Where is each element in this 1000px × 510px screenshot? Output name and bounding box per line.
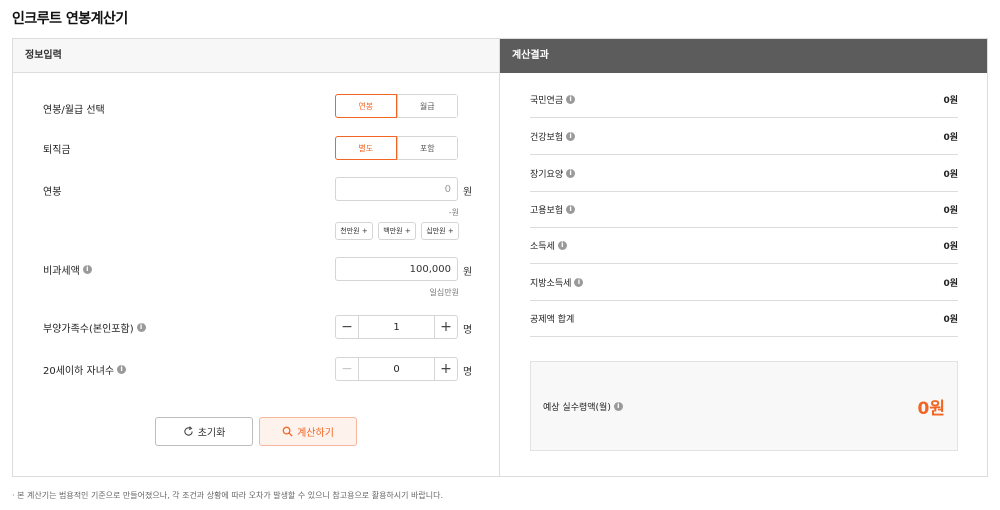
input-panel-header: 정보입력	[13, 39, 499, 73]
add-one-million-button[interactable]: 백만원 +	[378, 222, 416, 240]
calculator-card: 정보입력 연봉/월급 선택 연봉 월급 퇴직금 별도 포함 연봉 원 -원 천만…	[12, 38, 988, 477]
pay-type-annual-button[interactable]: 연봉	[335, 94, 397, 118]
pay-type-toggle: 연봉 월급	[335, 94, 458, 118]
minus-button[interactable]: −	[336, 358, 359, 380]
dependents-unit: 명	[463, 325, 473, 336]
info-icon[interactable]: i	[82, 265, 92, 274]
info-icon[interactable]: i	[566, 131, 576, 141]
search-icon	[282, 426, 293, 437]
input-panel: 정보입력 연봉/월급 선택 연봉 월급 퇴직금 별도 포함 연봉 원 -원 천만…	[13, 39, 500, 476]
non-taxable-hint: 일십만원	[429, 288, 459, 297]
result-row-total-deduction: 공제액 합계 0원	[530, 300, 958, 337]
result-row-long-term-care: 장기요양 i 0원	[530, 155, 958, 192]
result-value: 0원	[943, 314, 958, 325]
info-icon[interactable]: i	[117, 365, 127, 374]
page-title: 인크루트 연봉계산기	[12, 11, 128, 27]
dependents-value[interactable]: 1	[359, 316, 434, 338]
children-unit: 명	[463, 367, 473, 378]
non-taxable-unit: 원	[463, 267, 473, 278]
children-value[interactable]: 0	[359, 358, 434, 380]
add-ten-million-button[interactable]: 천만원 +	[335, 222, 373, 240]
refresh-icon	[183, 426, 193, 436]
dependents-label: 부양가족수(본인포함) i	[43, 320, 146, 335]
result-value: 0원	[943, 169, 958, 180]
result-row-national-pension: 국민연금 i 0원	[530, 81, 958, 118]
result-panel: 계산결과 국민연금 i 0원 건강보험 i 0원 장기요양 i 0원 고용보험 i 0원…	[500, 39, 987, 476]
net-pay-value: 0원	[917, 398, 945, 419]
salary-input[interactable]	[335, 177, 458, 201]
info-icon[interactable]: i	[574, 277, 584, 287]
dependents-stepper: − 1 +	[335, 315, 458, 339]
result-row-local-income-tax: 지방소득세 i 0원	[530, 264, 958, 301]
reset-button[interactable]: 초기화	[155, 417, 253, 446]
severance-label: 퇴직금	[43, 145, 71, 156]
minus-button[interactable]: −	[336, 316, 359, 338]
pay-type-monthly-button[interactable]: 월급	[396, 95, 457, 117]
info-icon[interactable]: i	[136, 323, 146, 332]
result-panel-header: 계산결과	[500, 39, 987, 73]
info-icon[interactable]: i	[613, 401, 623, 411]
salary-unit: 원	[463, 187, 473, 198]
non-taxable-label: 비과세액 i	[43, 262, 92, 277]
info-icon[interactable]: i	[557, 240, 567, 250]
severance-included-button[interactable]: 포함	[396, 137, 457, 159]
salary-hint: -원	[448, 208, 459, 217]
non-taxable-input[interactable]	[335, 257, 458, 281]
plus-button[interactable]: +	[434, 358, 457, 380]
severance-separate-button[interactable]: 별도	[335, 136, 397, 160]
info-icon[interactable]: i	[566, 94, 576, 104]
result-value: 0원	[943, 241, 958, 252]
result-value: 0원	[943, 132, 958, 143]
result-value: 0원	[943, 205, 958, 216]
result-value: 0원	[943, 278, 958, 289]
info-icon[interactable]: i	[566, 204, 576, 214]
info-icon[interactable]: i	[566, 168, 576, 178]
children-stepper: − 0 +	[335, 357, 458, 381]
result-row-employment-insurance: 고용보험 i 0원	[530, 191, 958, 228]
severance-toggle: 별도 포함	[335, 136, 458, 160]
pay-type-label: 연봉/월급 선택	[43, 105, 105, 116]
footnote: · 본 계산기는 범용적인 기준으로 만들어졌으나, 각 조건과 상황에 따라 …	[12, 491, 444, 500]
result-value: 0원	[943, 95, 958, 106]
net-pay-box: 예상 실수령액(월) i 0원	[530, 361, 958, 451]
children-label: 20세이하 자녀수 i	[43, 362, 127, 377]
net-pay-label: 예상 실수령액(월)	[543, 402, 611, 413]
result-row-income-tax: 소득세 i 0원	[530, 227, 958, 264]
result-row-health-insurance: 건강보험 i 0원	[530, 118, 958, 155]
plus-button[interactable]: +	[434, 316, 457, 338]
add-hundred-thousand-button[interactable]: 십만원 +	[421, 222, 459, 240]
salary-label: 연봉	[43, 187, 62, 198]
calculate-button[interactable]: 계산하기	[259, 417, 357, 446]
